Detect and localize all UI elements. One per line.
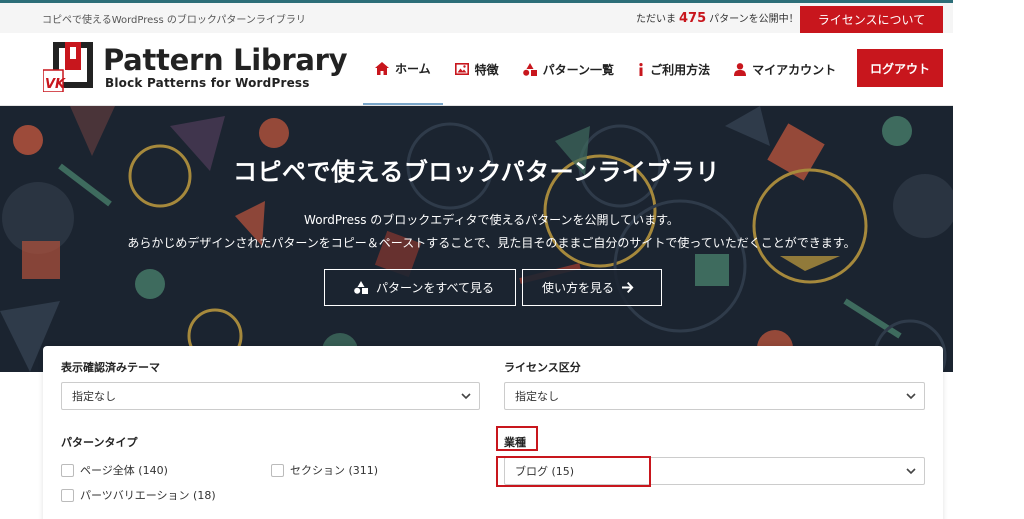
filter-panel: 表示確認済みテーマ 指定なし ライセンス区分 指定なし パターンタイプ ページ全… (43, 346, 943, 519)
nav-home-label: ホーム (395, 61, 431, 76)
pattern-type-label: パターンタイプ (61, 436, 138, 449)
type-checkbox-full-page[interactable]: ページ全体 (140) (61, 462, 168, 478)
main-nav: ホーム 特徴 パターン一覧 ご利用方法 マイアカウント (363, 33, 848, 105)
hero-description: WordPress のブロックエディタで使えるパターンを公開しています。 あらか… (0, 209, 953, 255)
nav-usage[interactable]: ご利用方法 (626, 33, 722, 105)
site-header: VK Pattern Library Block Patterns for Wo… (0, 33, 953, 106)
image-icon (454, 63, 469, 75)
site-tagline: コピペで使えるWordPress のブロックパターンライブラリ (42, 15, 306, 26)
page: コピペで使えるWordPress のブロックパターンライブラリ ただいま 475 パ… (0, 0, 1024, 519)
checkbox[interactable] (271, 463, 284, 477)
pattern-count-suffix: パターンを公開中！ (709, 14, 799, 25)
arrow-right-icon (622, 282, 634, 293)
license-select-value: 指定なし (515, 390, 559, 403)
logout-button[interactable]: ログアウト (857, 49, 943, 87)
logo-title: Pattern Library (103, 43, 348, 77)
theme-filter-label: 表示確認済みテーマ (61, 361, 160, 374)
hero-description-line2: あらかじめデザインされたパターンをコピー＆ペーストすることで、見た目そのままご自… (127, 236, 856, 250)
nav-home[interactable]: ホーム (363, 33, 443, 105)
home-icon (375, 61, 389, 75)
hero-section: コピペで使えるブロックパターンライブラリ WordPress のブロックエディタ… (0, 106, 953, 372)
type-checkbox-parts[interactable]: パーツバリエーション (18) (61, 487, 216, 503)
license-info-button[interactable]: ライセンスについて (800, 6, 943, 33)
nav-features-label: 特徴 (474, 62, 499, 77)
hero-title: コピペで使えるブロックパターンライブラリ (233, 158, 720, 186)
user-icon (734, 62, 747, 76)
shapes-icon (354, 281, 368, 294)
top-bar: コピペで使えるWordPress のブロックパターンライブラリ ただいま 475 パ… (0, 0, 953, 33)
type-parts-label: パーツバリエーション (18) (80, 489, 216, 502)
nav-features[interactable]: 特徴 (443, 33, 511, 105)
checkbox[interactable] (61, 488, 74, 502)
highlight-industry-select (496, 456, 651, 487)
checkbox[interactable] (61, 463, 74, 477)
view-all-patterns-label: パターンをすべて見る (375, 281, 495, 295)
shapes-icon (522, 62, 537, 76)
chevron-down-icon (906, 466, 916, 476)
type-section-label: セクション (311) (290, 464, 379, 477)
license-select[interactable]: 指定なし (504, 382, 925, 410)
nav-usage-label: ご利用方法 (650, 62, 711, 77)
logo-badge-text: VK (45, 77, 66, 92)
logo-icon[interactable]: VK (42, 42, 95, 93)
how-to-use-label: 使い方を見る (541, 281, 614, 295)
view-all-patterns-button[interactable]: パターンをすべて見る (324, 269, 516, 306)
how-to-use-button[interactable]: 使い方を見る (522, 269, 662, 306)
nav-patterns[interactable]: パターン一覧 (511, 33, 626, 105)
info-icon (638, 62, 644, 76)
nav-my-account-label: マイアカウント (752, 62, 837, 77)
theme-select[interactable]: 指定なし (61, 382, 480, 410)
logo-subtitle: Block Patterns for WordPress (105, 76, 310, 90)
license-filter-label: ライセンス区分 (504, 361, 581, 374)
theme-select-value: 指定なし (72, 390, 116, 403)
nav-my-account[interactable]: マイアカウント (722, 33, 848, 105)
pattern-count: ただいま 475 パターンを公開中！ (636, 10, 799, 26)
nav-patterns-label: パターン一覧 (542, 62, 615, 77)
chevron-down-icon (906, 391, 916, 401)
chevron-down-icon (461, 391, 471, 401)
highlight-industry-label (496, 426, 538, 451)
pattern-count-prefix: ただいま (636, 14, 676, 25)
site: コピペで使えるWordPress のブロックパターンライブラリ ただいま 475 パ… (0, 0, 953, 519)
type-full-page-label: ページ全体 (140) (80, 464, 168, 477)
pattern-count-value: 475 (679, 11, 707, 26)
type-checkbox-section[interactable]: セクション (311) (271, 462, 378, 478)
hero-description-line1: WordPress のブロックエディタで使えるパターンを公開しています。 (304, 213, 679, 227)
